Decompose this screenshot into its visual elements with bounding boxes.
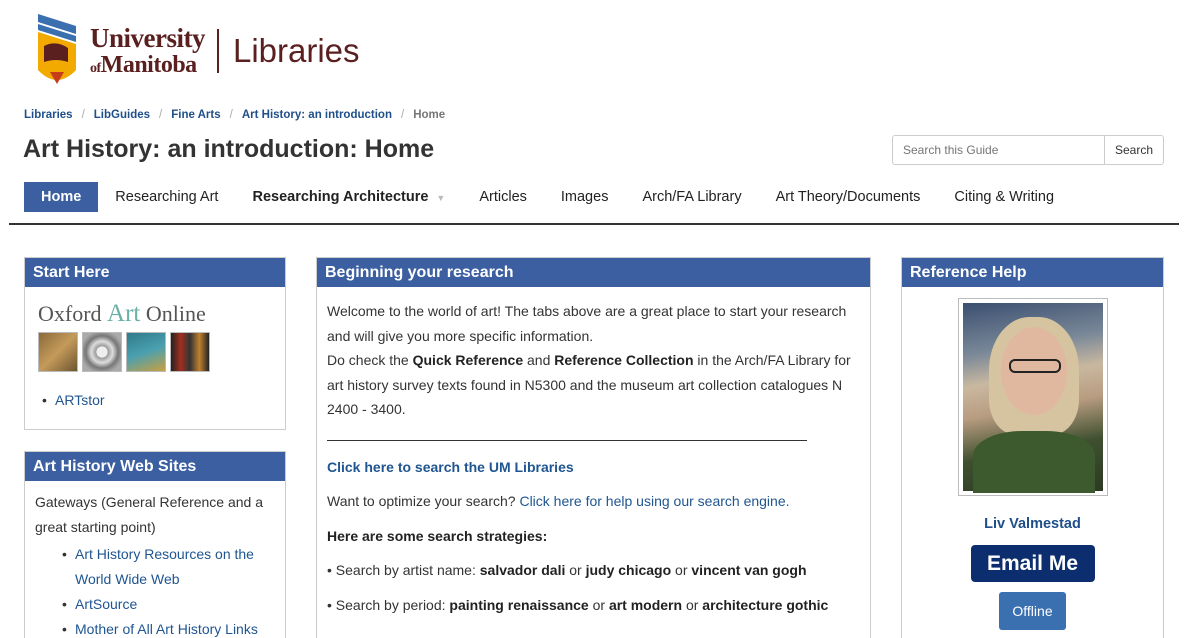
web-sites-intro: Gateways (General Reference and a great … [35, 494, 264, 535]
logo-divider [216, 29, 219, 73]
link-artsource[interactable]: ArtSource [62, 592, 285, 617]
start-here-links: ARTstor [25, 392, 285, 408]
tab-researching-architecture[interactable]: Researching Architecture ▼ [235, 182, 462, 212]
content-divider [327, 439, 807, 441]
tab-researching-art[interactable]: Researching Art [98, 182, 235, 212]
librarian-photo [957, 298, 1108, 496]
box-title: Start Here [25, 258, 285, 287]
art-thumbnail [38, 332, 78, 372]
search-input[interactable] [892, 135, 1104, 165]
page-title: Art History: an introduction: Home [23, 135, 435, 163]
search-help-link[interactable]: Click here for help using our search eng… [519, 493, 789, 509]
email-me-button[interactable]: Email Me [970, 545, 1095, 582]
box-title: Beginning your research [317, 258, 870, 287]
bison-shield-icon [38, 14, 76, 84]
oxford-art-online-banner[interactable]: Oxford Art Online [38, 300, 285, 372]
tab-label: Researching Architecture [252, 189, 429, 205]
logo-line2: Manitoba [100, 52, 198, 78]
chat-status-button[interactable]: Offline [999, 592, 1066, 630]
logo-libraries: Libraries [232, 32, 360, 69]
web-sites-links: Art History Resources on the World Wide … [25, 540, 285, 638]
link-art-history-resources[interactable]: Art History Resources on the World Wide … [62, 542, 285, 592]
box-title: Reference Help [902, 258, 1163, 287]
research-content: Welcome to the world of art! The tabs ab… [317, 287, 870, 617]
guide-search: Search [892, 135, 1164, 165]
reference-text: Do check the Quick Reference and Referen… [327, 352, 851, 417]
tab-images[interactable]: Images [544, 182, 626, 212]
breadcrumb-fine-arts[interactable]: Fine Arts [171, 109, 220, 121]
link-artstor[interactable]: ARTstor [42, 392, 285, 408]
art-thumbnail [126, 332, 166, 372]
search-um-libraries-link[interactable]: Click here to search the UM Libraries [327, 455, 860, 480]
breadcrumb-libraries[interactable]: Libraries [24, 109, 73, 121]
logo-wordmark: University ofManitoba [90, 23, 205, 78]
welcome-text: Welcome to the world of art! The tabs ab… [327, 303, 847, 344]
logo-line1: University [90, 23, 205, 53]
strategies-heading: Here are some search strategies: [327, 527, 548, 544]
tab-arch-fa-library[interactable]: Arch/FA Library [625, 182, 758, 212]
breadcrumb-art-history[interactable]: Art History: an introduction [242, 109, 392, 121]
art-thumbnail [170, 332, 210, 372]
start-here-box: Start Here Oxford Art Online ARTstor [24, 257, 286, 430]
tab-citing-writing[interactable]: Citing & Writing [937, 182, 1071, 212]
link-mother-of-all[interactable]: Mother of All Art History Links [62, 617, 285, 638]
breadcrumb-current: Home [413, 109, 446, 121]
tab-articles[interactable]: Articles [462, 182, 544, 212]
caret-down-icon: ▼ [436, 193, 446, 203]
oxford-thumbnails [38, 332, 285, 372]
strategy-artist: • Search by artist name: salvador dali o… [327, 562, 807, 578]
strategy-period: • Search by period: painting renaissance… [327, 596, 829, 613]
university-logo[interactable]: University ofManitoba Libraries [34, 10, 360, 92]
breadcrumb-libguides[interactable]: LibGuides [94, 109, 150, 121]
breadcrumb: Libraries / LibGuides / Fine Arts / Art His… [24, 109, 446, 121]
librarian-name[interactable]: Liv Valmestad [902, 516, 1163, 532]
tab-home[interactable]: Home [24, 182, 99, 212]
box-title: Art History Web Sites [25, 452, 285, 481]
tab-art-theory[interactable]: Art Theory/Documents [759, 182, 938, 212]
glasses-icon [1008, 359, 1061, 373]
guide-tabs: Home Researching Art Researching Archite… [24, 182, 1071, 212]
optimize-text: Want to optimize your search? Click here… [327, 493, 790, 509]
art-thumbnail [82, 332, 122, 372]
beginning-research-box: Beginning your research Welcome to the w… [316, 257, 871, 638]
search-button[interactable]: Search [1104, 135, 1164, 165]
logo-line2-prefix: of [90, 61, 101, 76]
web-sites-box: Art History Web Sites Gateways (General … [24, 451, 286, 638]
reference-help-box: Reference Help Liv Valmestad Email Me Of… [901, 257, 1164, 638]
tabs-divider [9, 223, 1179, 225]
